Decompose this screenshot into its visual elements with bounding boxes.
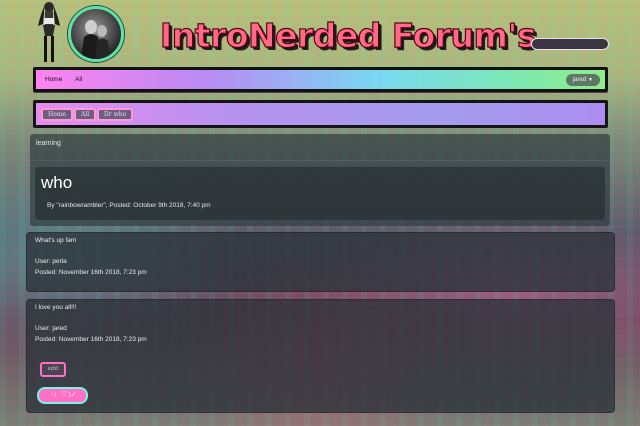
- category-divider: [30, 160, 610, 161]
- nav-home-link[interactable]: Home: [45, 76, 62, 83]
- user-dropdown[interactable]: jared ▼: [565, 74, 600, 86]
- reply-date: Posted: November 16th 2018, 7:23 pm: [35, 269, 147, 276]
- breadcrumb: Home All Dr who: [33, 100, 608, 128]
- mascot-illustration: [38, 2, 60, 62]
- top-navbar: Home All jared ▼: [33, 67, 608, 92]
- post-meta: By "rainbowrambler", Posted: October 9th…: [47, 202, 211, 209]
- user-dropdown-label: jared: [572, 77, 587, 83]
- caret-down-icon: ▼: [588, 77, 593, 83]
- breadcrumb-dr-who[interactable]: Dr who: [97, 108, 134, 121]
- reply-user: User: perla: [35, 258, 67, 265]
- breadcrumb-all[interactable]: All: [74, 108, 97, 121]
- reply-card: I love you all!!! User: jared Posted: No…: [26, 299, 615, 413]
- post-title: who: [41, 173, 73, 192]
- edit-button[interactable]: edit: [40, 362, 66, 377]
- post-header: who By "rainbowrambler", Posted: October…: [35, 167, 605, 220]
- breadcrumb-home[interactable]: Home: [41, 108, 74, 121]
- site-title: IntroNerded Forum's: [159, 15, 537, 55]
- reply-card: What's up fam User: perla Posted: Novemb…: [26, 232, 615, 292]
- nav-all-link[interactable]: All: [75, 76, 82, 83]
- avatar-figures: [81, 20, 111, 59]
- forum-avatar: [68, 6, 124, 62]
- search-input[interactable]: [531, 38, 609, 50]
- site-header: IntroNerded Forum's: [0, 0, 640, 64]
- category-label: learning: [36, 140, 61, 147]
- reply-text: I love you all!!!: [35, 304, 77, 311]
- reply-date: Posted: November 16th 2018, 7:23 pm: [35, 336, 147, 343]
- reply-user: User: jared: [35, 325, 67, 332]
- emote-button[interactable]: ヽ( ´ ▽`)ノ: [37, 387, 88, 404]
- reply-text: What's up fam: [35, 237, 77, 244]
